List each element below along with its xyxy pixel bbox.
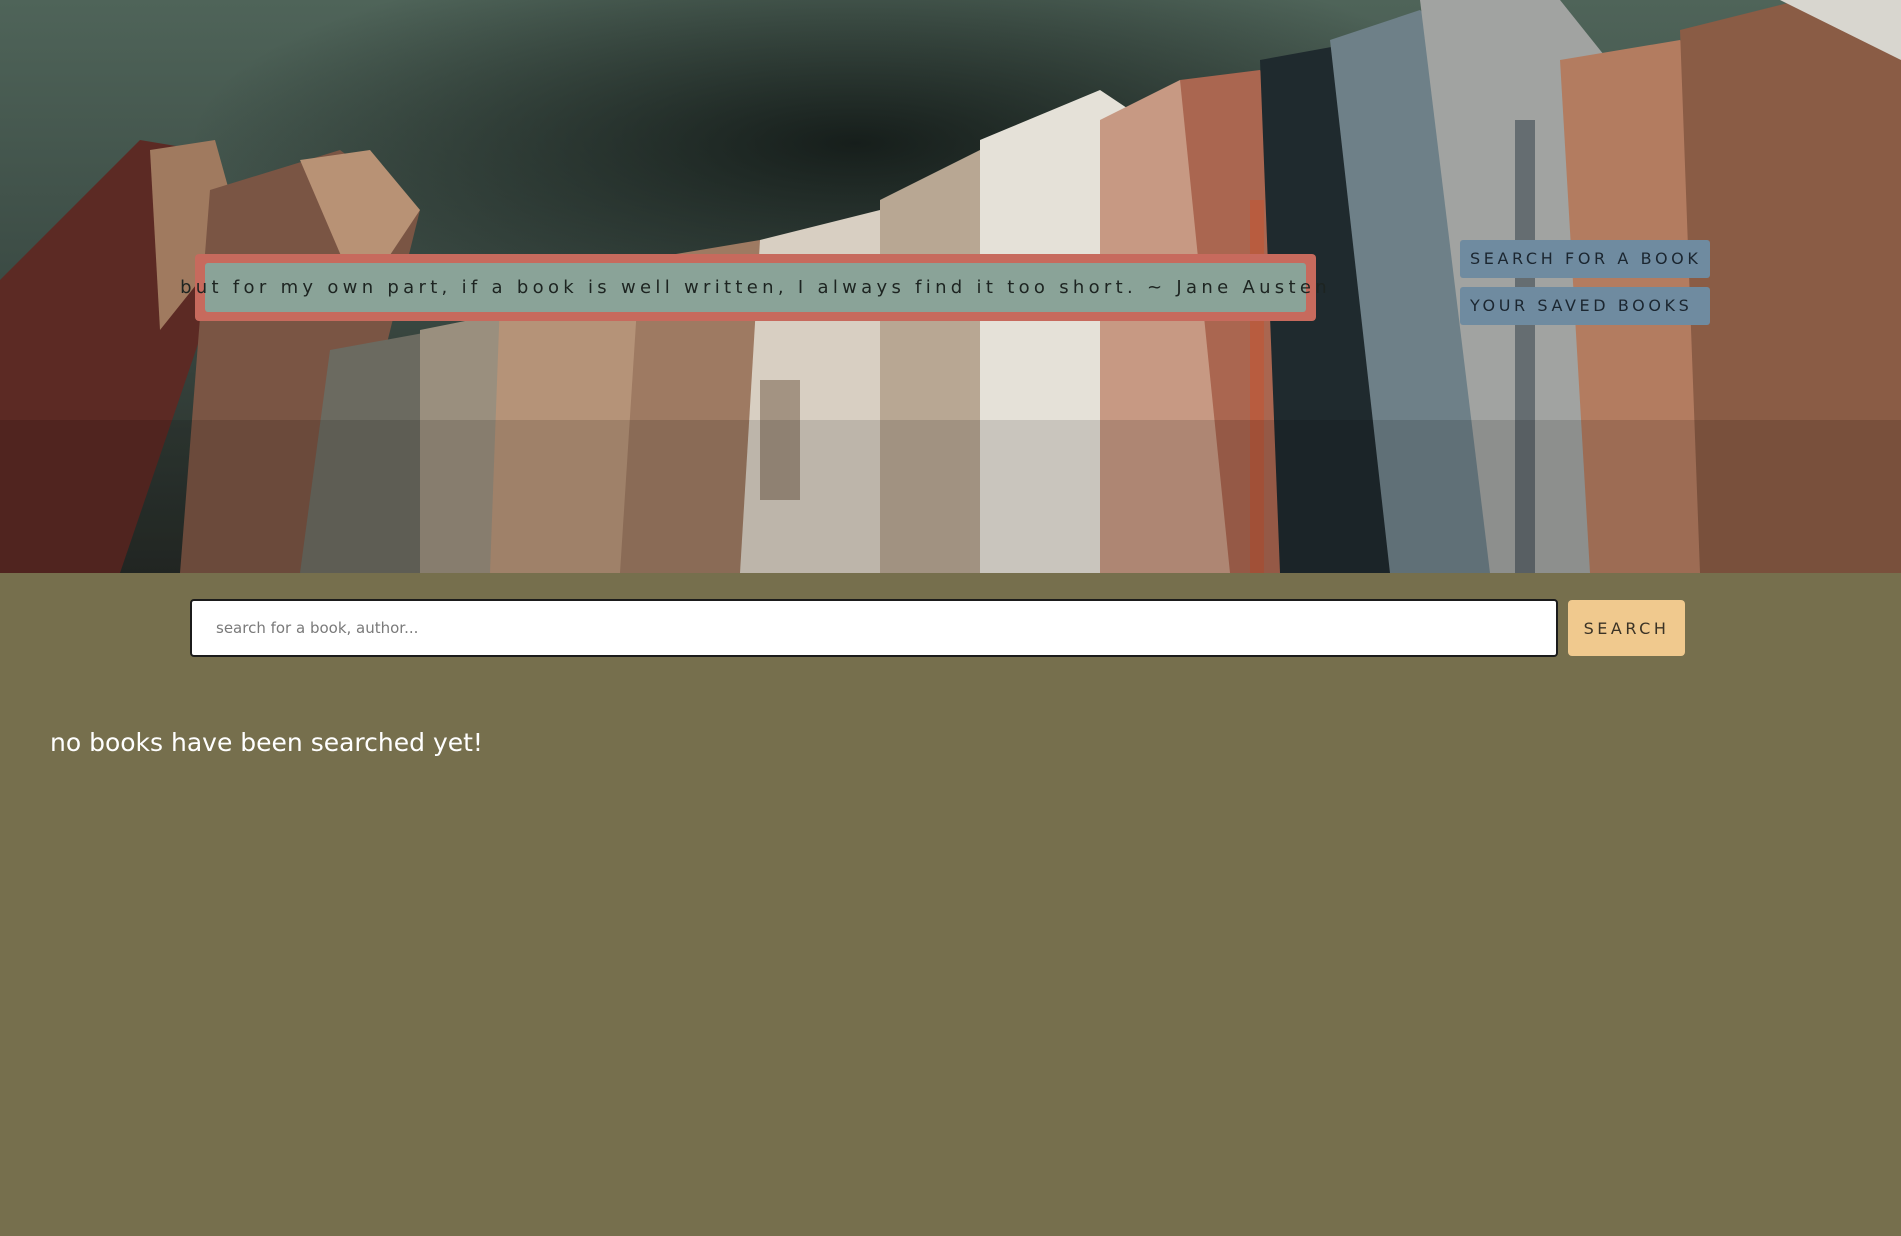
search-bar: SEARCH xyxy=(190,599,1685,657)
nav-search-for-a-book-button[interactable]: SEARCH FOR A BOOK xyxy=(1460,240,1710,278)
empty-results-message: no books have been searched yet! xyxy=(50,728,483,757)
hero-banner: but for my own part, if a book is well w… xyxy=(0,0,1901,573)
search-button[interactable]: SEARCH xyxy=(1568,600,1685,656)
page: but for my own part, if a book is well w… xyxy=(0,0,1901,1236)
main-nav: SEARCH FOR A BOOK YOUR SAVED BOOKS xyxy=(1460,240,1710,334)
quote-banner: but for my own part, if a book is well w… xyxy=(180,254,1327,321)
nav-saved-books-button[interactable]: YOUR SAVED BOOKS xyxy=(1460,287,1710,325)
search-input[interactable] xyxy=(190,599,1558,657)
quote-text: but for my own part, if a book is well w… xyxy=(180,263,1327,312)
